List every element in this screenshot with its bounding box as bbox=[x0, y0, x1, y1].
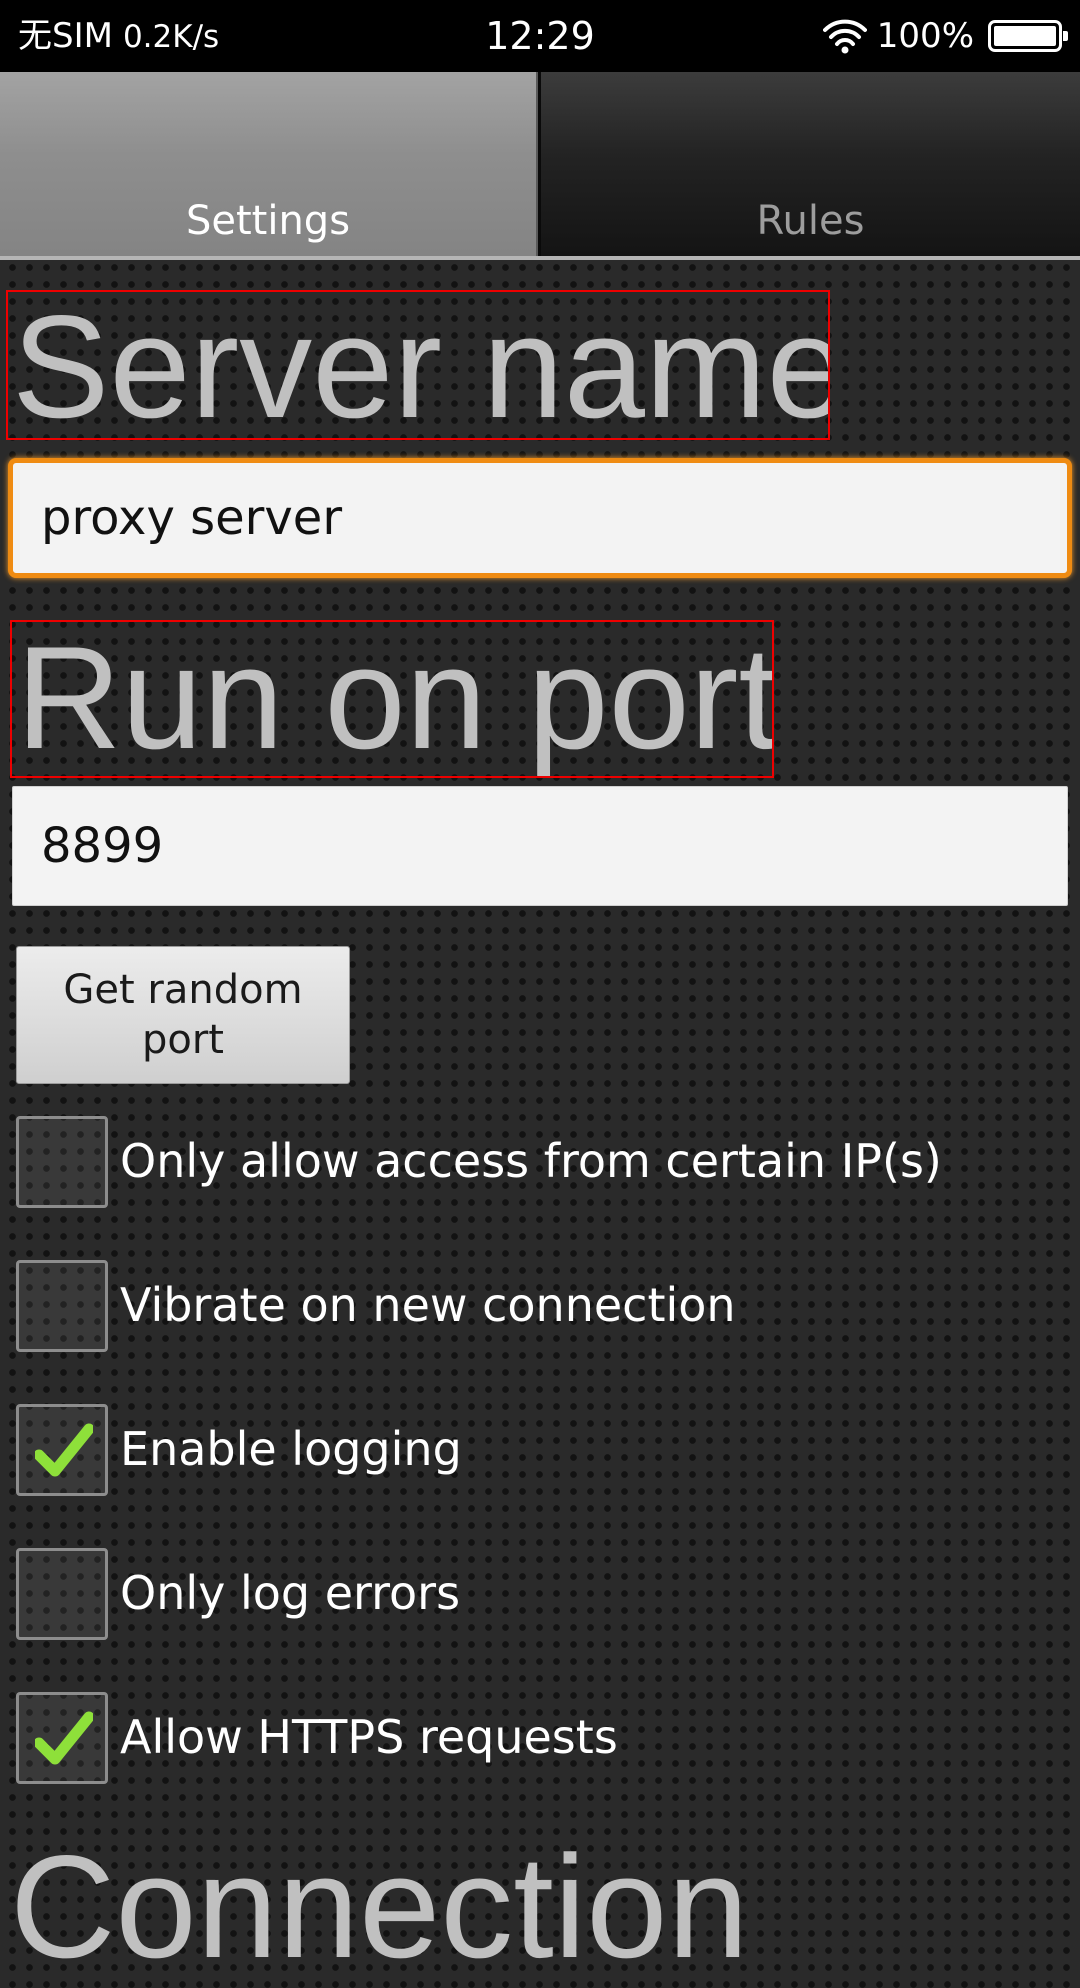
battery-percent: 100% bbox=[876, 16, 974, 56]
tab-underline bbox=[0, 256, 1080, 260]
option-only-log-errors[interactable]: Only log errors bbox=[16, 1548, 1066, 1640]
enable-logging-checkbox[interactable] bbox=[16, 1404, 108, 1496]
vibrate-label: Vibrate on new connection bbox=[120, 1278, 736, 1332]
port-input[interactable] bbox=[12, 786, 1068, 906]
status-right: 100% bbox=[822, 14, 1068, 58]
enable-logging-label: Enable logging bbox=[120, 1422, 462, 1476]
allow-https-checkbox[interactable] bbox=[16, 1692, 108, 1784]
only-log-errors-label: Only log errors bbox=[120, 1566, 461, 1620]
battery-icon bbox=[988, 20, 1068, 52]
allow-https-label: Allow HTTPS requests bbox=[120, 1710, 618, 1764]
tab-settings[interactable]: Settings bbox=[0, 72, 538, 256]
checkmark-icon bbox=[35, 1423, 93, 1477]
vibrate-checkbox[interactable] bbox=[16, 1260, 108, 1352]
ip-restriction-checkbox[interactable] bbox=[16, 1116, 108, 1208]
option-allow-https[interactable]: Allow HTTPS requests bbox=[16, 1692, 1066, 1784]
option-enable-logging[interactable]: Enable logging bbox=[16, 1404, 1066, 1496]
wifi-icon bbox=[822, 18, 867, 54]
ip-restriction-label: Only allow access from certain IP(s) bbox=[120, 1134, 942, 1188]
option-vibrate[interactable]: Vibrate on new connection bbox=[16, 1260, 1066, 1352]
only-log-errors-checkbox[interactable] bbox=[16, 1548, 108, 1640]
connection-heading: Connection bbox=[10, 1825, 749, 1988]
checkmark-icon bbox=[35, 1711, 93, 1765]
get-random-port-button[interactable]: Get random port bbox=[16, 946, 350, 1084]
port-heading: Run on port bbox=[10, 620, 774, 778]
server-name-heading: Server name bbox=[6, 290, 830, 440]
tab-bar: Settings Rules bbox=[0, 72, 1080, 260]
server-name-input[interactable] bbox=[8, 458, 1072, 578]
status-bar: 无SIM 0.2K/s 12:29 100% bbox=[0, 0, 1080, 72]
option-ip-restriction[interactable]: Only allow access from certain IP(s) bbox=[16, 1116, 1066, 1208]
tab-rules[interactable]: Rules bbox=[541, 72, 1080, 256]
